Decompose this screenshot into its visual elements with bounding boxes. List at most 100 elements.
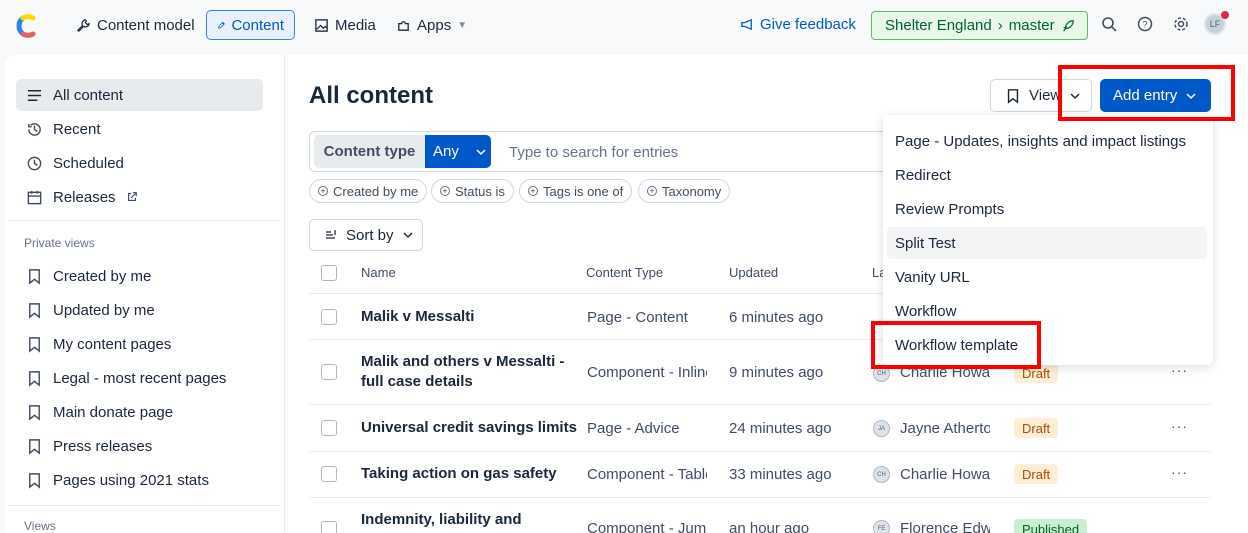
puzzle-icon [398, 20, 409, 31]
gear-icon[interactable] [1172, 15, 1190, 33]
list-icon [27, 89, 42, 101]
dropdown-item[interactable]: Redirect [887, 159, 1207, 191]
sort-icon [326, 230, 336, 239]
sidebar-view-label: Legal - most recent pages [53, 369, 227, 387]
row-checkbox[interactable] [321, 420, 337, 436]
contentful-logo[interactable] [14, 13, 40, 39]
search-input[interactable]: Type to search for entries [509, 144, 678, 161]
sort-by-label: Sort by [346, 226, 394, 244]
entry-content-type: Component - Jump [587, 520, 707, 533]
content-type-select[interactable]: Any [425, 135, 491, 168]
view-button-label: View [1029, 87, 1062, 104]
bookmark-icon [29, 438, 40, 455]
filter-chip[interactable]: + Taxonomy [638, 179, 731, 203]
bookmark-icon [1007, 88, 1019, 104]
give-feedback-label: Give feedback [760, 16, 856, 33]
external-link-icon [127, 192, 137, 201]
chevron-down-icon [403, 232, 413, 239]
sidebar-divider [8, 505, 280, 506]
sidebar-view-item[interactable]: My content pages [16, 328, 263, 360]
space-name: Shelter England [885, 17, 992, 34]
sidebar-item-label: Releases [53, 188, 116, 206]
status-badge: Published [1014, 519, 1088, 533]
nav-content-model-label: Content model [97, 16, 195, 34]
dropdown-item[interactable]: Split Test [887, 227, 1207, 259]
sidebar-view-item[interactable]: Main donate page [16, 396, 263, 428]
caret-down-icon: ▼ [457, 19, 468, 31]
nav-media[interactable]: Media [304, 10, 386, 40]
filter-chip-label: Created by me [333, 183, 419, 199]
views-heading: Views [24, 519, 56, 533]
entry-name[interactable]: Taking action on gas safety [361, 464, 571, 484]
column-header-name[interactable]: Name [361, 265, 396, 280]
row-checkbox[interactable] [321, 309, 337, 325]
sidebar-view-item[interactable]: Press releases [16, 430, 263, 462]
sort-by-button[interactable]: Sort by [309, 219, 423, 251]
more-actions-icon[interactable]: ··· [1171, 464, 1188, 480]
bookmark-icon [29, 370, 40, 387]
content-type-label: Content type [314, 135, 425, 168]
environment-switcher[interactable]: Shelter England › master [871, 11, 1088, 40]
help-icon[interactable]: ? [1136, 15, 1154, 33]
bookmark-icon [29, 404, 40, 421]
image-icon [315, 18, 328, 32]
entry-updated: 33 minutes ago [729, 466, 832, 483]
clock-icon [27, 156, 42, 170]
dropdown-item[interactable]: Page - Updates, insights and impact list… [887, 125, 1207, 157]
row-checkbox[interactable] [321, 364, 337, 380]
filter-chip[interactable]: + Tags is one of [519, 179, 633, 203]
nav-apps-label: Apps [417, 16, 452, 34]
sidebar-view-item[interactable]: Created by me [16, 260, 263, 292]
row-checkbox[interactable] [321, 521, 337, 533]
filter-chip[interactable]: + Created by me [309, 179, 428, 203]
nav-content[interactable]: Content [206, 10, 295, 40]
entry-author: Jayne Atherto [900, 420, 990, 437]
select-all-checkbox[interactable] [321, 265, 337, 281]
sidebar-view-item[interactable]: Pages using 2021 stats [16, 464, 263, 496]
sidebar-view-item[interactable]: Legal - most recent pages [16, 362, 263, 394]
entry-updated: an hour ago [729, 520, 810, 533]
sidebar-view-label: My content pages [53, 335, 172, 353]
row-checkbox[interactable] [321, 466, 337, 482]
bookmark-icon [29, 268, 40, 285]
plus-circle-icon: + [440, 186, 450, 196]
nav-content-label: Content [231, 16, 284, 34]
entry-name[interactable]: Universal credit savings limits [361, 418, 581, 438]
sidebar-item-releases[interactable]: Releases [16, 181, 263, 213]
sidebar-item-recent[interactable]: Recent [16, 113, 263, 145]
column-header-updated[interactable]: Updated [729, 265, 778, 280]
sidebar-item-all-content[interactable]: All content [16, 79, 263, 111]
table-divider [309, 404, 1211, 405]
sidebar-item-label: Recent [53, 120, 101, 138]
column-header-content-type[interactable]: Content Type [586, 265, 663, 280]
page-title: All content [309, 82, 433, 109]
nav-media-label: Media [335, 16, 376, 34]
entry-content-type: Page - Advice [587, 420, 680, 437]
sidebar-view-item[interactable]: Updated by me [16, 294, 263, 326]
nav-content-model[interactable]: Content model [66, 10, 205, 40]
sidebar-item-scheduled[interactable]: Scheduled [16, 147, 263, 179]
nav-apps[interactable]: Apps ▼ [386, 10, 477, 40]
filter-chip[interactable]: + Status is [431, 179, 514, 203]
plus-circle-icon: + [647, 186, 657, 196]
give-feedback-link[interactable]: Give feedback [740, 16, 856, 33]
sidebar-view-label: Pages using 2021 stats [53, 471, 209, 489]
entry-content-type: Component - Inline [587, 364, 707, 381]
dropdown-item[interactable]: Review Prompts [887, 193, 1207, 225]
entry-updated: 24 minutes ago [729, 420, 832, 437]
search-icon[interactable] [1100, 15, 1118, 33]
content-type-value: Any [433, 143, 459, 160]
notification-dot [1221, 11, 1229, 19]
highlight-box-workflow-template [871, 321, 1041, 369]
sidebar-view-label: Created by me [53, 267, 152, 285]
chevron-right-icon: › [997, 17, 1003, 34]
author-avatar: CH [873, 466, 890, 483]
entry-name[interactable]: Malik v Messalti [361, 307, 571, 327]
entry-name[interactable]: Malik and others v Messalti - full case … [361, 352, 571, 392]
environment-name: master [1008, 17, 1055, 34]
more-actions-icon[interactable]: ··· [1171, 418, 1188, 434]
filter-chip-label: Status is [455, 183, 505, 199]
dropdown-item[interactable]: Vanity URL [887, 261, 1207, 293]
author-avatar: FE [873, 520, 890, 533]
entry-name[interactable]: Indemnity, liability and [361, 510, 571, 530]
